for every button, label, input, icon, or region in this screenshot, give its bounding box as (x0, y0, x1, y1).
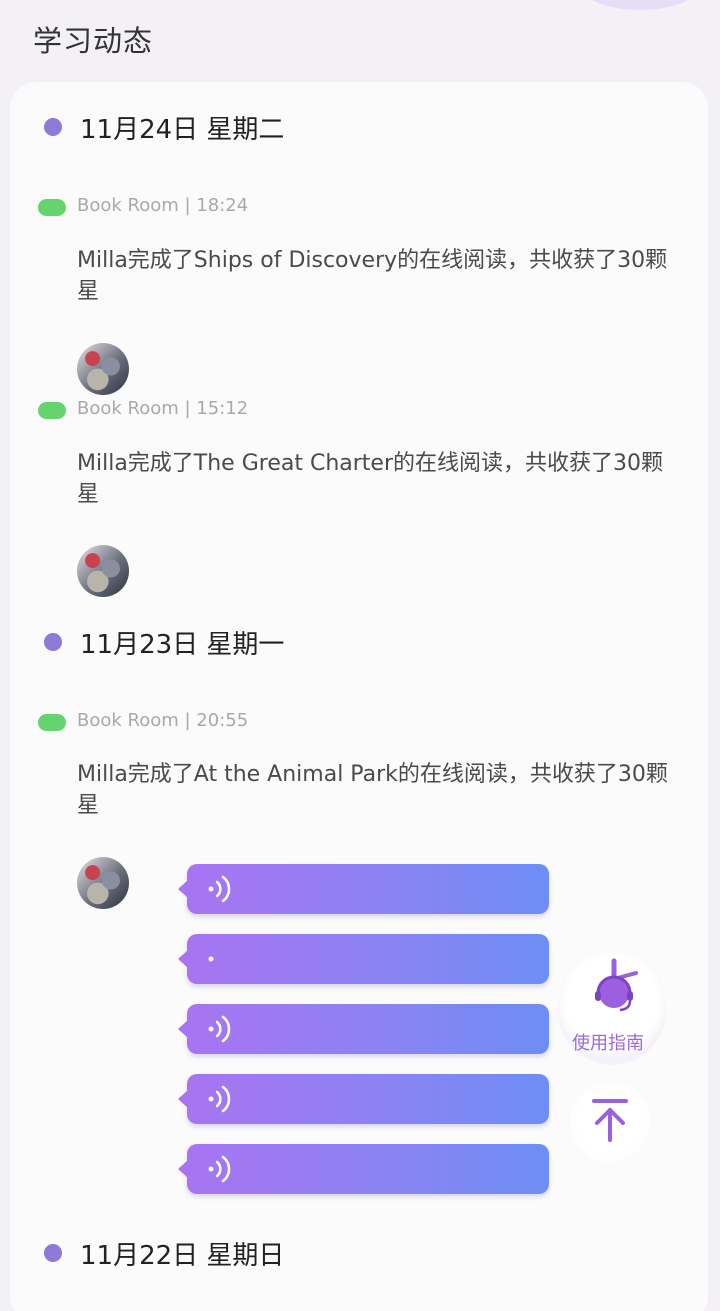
user-guide-button[interactable]: 使用指南 (558, 949, 666, 1065)
headset-robot-icon (595, 958, 638, 1012)
entry-text: Milla完成了Ships of Discovery的在线阅读，共收获了30颗星 (77, 248, 668, 304)
day-label: 11月22日 星期日 (80, 1240, 285, 1271)
day-dot-icon (44, 633, 62, 651)
day-label: 11月23日 星期一 (80, 629, 285, 660)
user-guide-label: 使用指南 (572, 1033, 644, 1054)
entry-meta-text: Book Room | 18:24 (77, 195, 249, 216)
entry-text: Milla完成了The Great Charter的在线阅读，共收获了30颗星 (77, 451, 663, 507)
voice-message-button[interactable] (178, 1144, 549, 1194)
day-dot-icon (44, 1244, 62, 1262)
book-room-tag-icon (38, 199, 66, 216)
day-dot-icon (44, 118, 62, 136)
voice-message-button[interactable] (178, 1004, 549, 1054)
entry-meta-text: Book Room | 15:12 (77, 398, 249, 419)
sound-wave-icon (208, 1015, 231, 1043)
book-room-tag-icon (38, 402, 66, 419)
sound-wave-icon (208, 875, 231, 903)
voice-message-button[interactable] (178, 934, 549, 984)
book-room-tag-icon (38, 714, 66, 731)
back-to-top-button[interactable] (570, 1082, 650, 1162)
avatar[interactable] (77, 343, 129, 395)
arrow-up-to-top-icon (592, 1099, 628, 1142)
entry-text: Milla完成了At the Animal Park的在线阅读，共收获了30颗星 (77, 762, 668, 818)
decorative-blob (580, 0, 700, 10)
avatar[interactable] (77, 545, 129, 597)
entry-meta-text: Book Room | 20:55 (77, 710, 249, 731)
voice-message-button[interactable] (178, 864, 549, 914)
sound-dot-icon (208, 956, 214, 962)
sound-wave-icon (208, 1155, 231, 1183)
page-title: 学习动态 (33, 24, 154, 58)
avatar[interactable] (77, 857, 129, 909)
sound-wave-icon (208, 1085, 231, 1113)
day-label: 11月24日 星期二 (80, 114, 285, 145)
voice-message-button[interactable] (178, 1074, 549, 1124)
activity-feed-card: 11月24日 星期二 Book Room | 18:24 Milla完成了Shi… (10, 82, 708, 1311)
